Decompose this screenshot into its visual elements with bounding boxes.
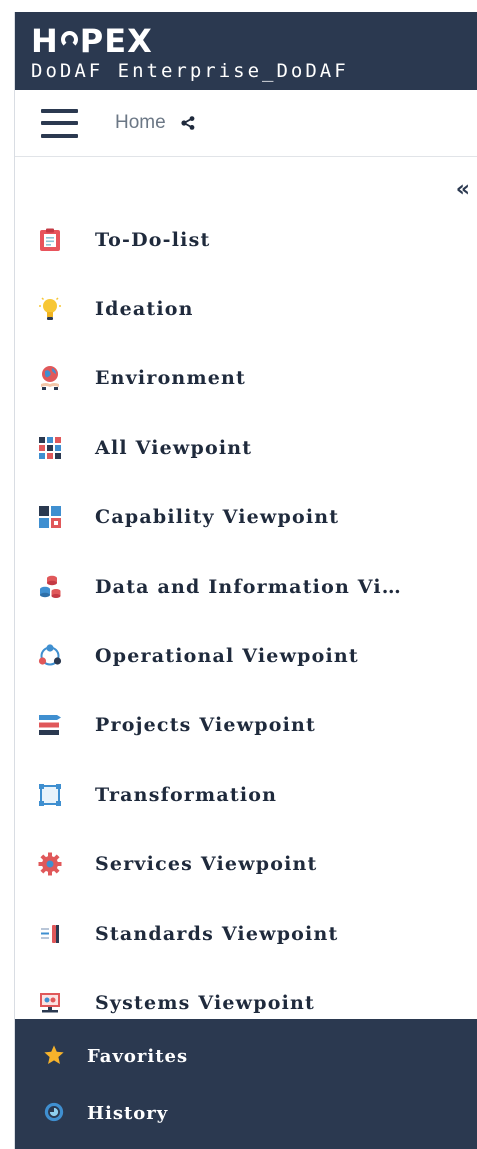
- app-header: H PEX DoDAF Enterprise_DoDAF: [15, 12, 477, 90]
- grid-tiles-icon: [37, 435, 63, 461]
- document-rules-icon: [37, 921, 63, 947]
- todo-list-icon: [37, 227, 63, 253]
- nav-item-all-viewpoint[interactable]: All Viewpoint: [15, 413, 477, 482]
- transform-frame-icon: [37, 782, 63, 808]
- nav-item-label: Services Viewpoint: [95, 853, 318, 876]
- database-icon: [37, 574, 63, 600]
- nav-item-label: All Viewpoint: [95, 436, 253, 459]
- nav-item-transformation[interactable]: Transformation: [15, 760, 477, 829]
- toolbar: Home: [15, 90, 477, 157]
- nav-item-label: Systems Viewpoint: [95, 991, 315, 1014]
- nav-item-label: Operational Viewpoint: [95, 645, 359, 668]
- nav-item-label: To-Do-list: [95, 228, 211, 251]
- nav-item-label: Environment: [95, 367, 247, 390]
- sidebar-footer: Favorites History: [15, 1019, 477, 1149]
- logo-text-end: PEX: [79, 22, 153, 60]
- project-bars-icon: [37, 712, 63, 738]
- history-clock-icon: [43, 1101, 65, 1127]
- nav-item-label: Ideation: [95, 298, 194, 321]
- favorites-label: Favorites: [87, 1046, 189, 1067]
- navigation-panel: H PEX DoDAF Enterprise_DoDAF Home « To-D…: [15, 12, 477, 1149]
- nav-item-projects-viewpoint[interactable]: Projects Viewpoint: [15, 691, 477, 760]
- nav-item-services-viewpoint[interactable]: Services Viewpoint: [15, 830, 477, 899]
- monitor-icon: [37, 990, 63, 1016]
- nav-item-label: Standards Viewpoint: [95, 922, 339, 945]
- history-label: History: [87, 1103, 169, 1124]
- star-icon: [43, 1044, 65, 1070]
- hamburger-menu-icon[interactable]: [41, 108, 78, 138]
- share-icon[interactable]: [181, 116, 195, 130]
- nav-item-ideation[interactable]: Ideation: [15, 274, 477, 343]
- nav-item-standards-viewpoint[interactable]: Standards Viewpoint: [15, 899, 477, 968]
- history-link[interactable]: History: [15, 1085, 477, 1142]
- nav-menu: To-Do-list Ideation Environment All View…: [15, 205, 477, 1038]
- home-breadcrumb[interactable]: Home: [115, 112, 166, 134]
- logo-text-start: H: [31, 22, 59, 60]
- nav-item-environment[interactable]: Environment: [15, 344, 477, 413]
- globe-hand-icon: [37, 365, 63, 391]
- nav-item-data-information[interactable]: Data and Information Vi…: [15, 552, 477, 621]
- network-nodes-icon: [37, 643, 63, 669]
- collapse-sidebar-icon[interactable]: «: [456, 177, 470, 202]
- nav-item-todo-list[interactable]: To-Do-list: [15, 205, 477, 274]
- nav-item-operational-viewpoint[interactable]: Operational Viewpoint: [15, 621, 477, 690]
- favorites-link[interactable]: Favorites: [15, 1028, 477, 1085]
- nav-item-label: Data and Information Vi…: [95, 575, 403, 598]
- nav-item-capability-viewpoint[interactable]: Capability Viewpoint: [15, 483, 477, 552]
- gear-icon: [37, 851, 63, 877]
- lightbulb-icon: [37, 296, 63, 322]
- capability-blocks-icon: [37, 504, 63, 530]
- nav-item-label: Projects Viewpoint: [95, 714, 317, 737]
- nav-item-label: Capability Viewpoint: [95, 506, 340, 529]
- hopex-logo: H PEX: [31, 24, 477, 58]
- logo-o-mark: [60, 30, 78, 48]
- nav-item-label: Transformation: [95, 783, 278, 806]
- environment-name: DoDAF Enterprise_DoDAF: [31, 60, 349, 82]
